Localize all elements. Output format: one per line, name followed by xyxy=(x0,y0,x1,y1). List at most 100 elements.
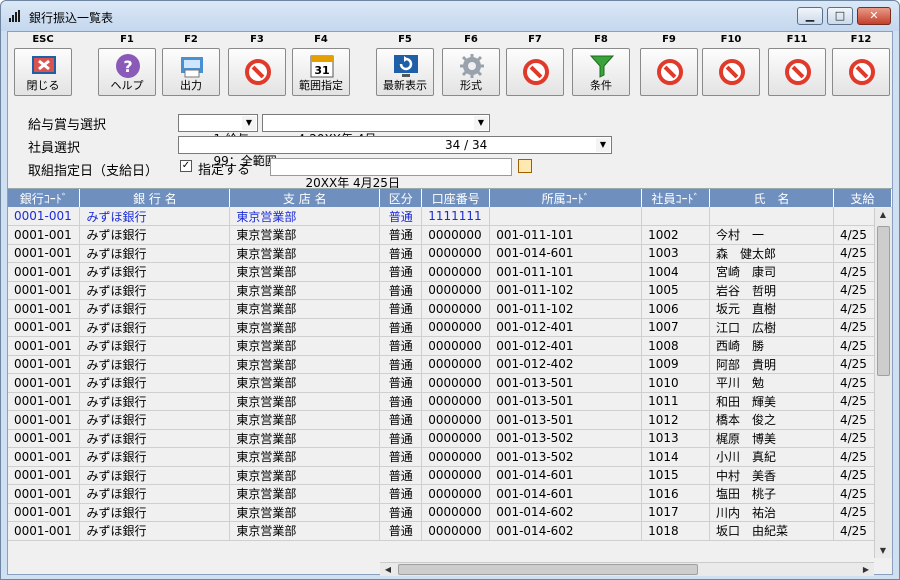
table-cell: 001-014-602 xyxy=(489,521,643,541)
table-cell: みずほ銀行 xyxy=(79,410,231,430)
print-output-icon xyxy=(179,53,205,79)
table-row[interactable]: 0001-001 みずほ銀行 東京営業部 普通 0000000 001-013-501 10… xyxy=(8,410,892,430)
fkey-label: F8 xyxy=(594,34,608,45)
fkey-f12-button[interactable] xyxy=(832,48,890,96)
table-cell: 梶原 博美 xyxy=(709,429,834,448)
minimize-button[interactable]: ▁ xyxy=(797,7,823,25)
table-cell: 001-012-402 xyxy=(489,355,643,374)
table-row[interactable]: 0001-001 みずほ銀行 東京営業部 普通 1111111 xyxy=(8,207,892,226)
column-header[interactable]: 口座番号 xyxy=(421,189,491,207)
table-cell: 1007 xyxy=(641,318,711,337)
table-cell: 1002 xyxy=(641,225,711,245)
table-cell: 坂元 直樹 xyxy=(709,299,834,319)
chevron-down-icon[interactable]: ▼ xyxy=(474,116,488,130)
date-input[interactable]: 20XX年 4月25日 xyxy=(270,158,512,190)
title-bar[interactable]: 銀行振込一覧表 ▁ □ ✕ xyxy=(1,1,899,31)
chevron-down-icon[interactable]: ▼ xyxy=(596,138,610,152)
table-row[interactable]: 0001-001 みずほ銀行 東京営業部 普通 0000000 001-014-601 10… xyxy=(8,466,892,485)
app-window: 銀行振込一覧表 ▁ □ ✕ ESC 閉じる F1? ヘルプ F2 出力 F3 F4 31 範囲指定… xyxy=(0,0,900,580)
chevron-down-icon[interactable]: ▼ xyxy=(242,116,256,130)
horizontal-scroll-thumb[interactable] xyxy=(398,564,698,575)
fkey-f7-button[interactable] xyxy=(506,48,564,96)
table-cell: 1003 xyxy=(641,244,711,263)
column-header[interactable]: 社員ｺｰﾄﾞ xyxy=(641,189,711,207)
date-checkbox[interactable]: ✓ xyxy=(180,160,192,172)
table-row[interactable]: 0001-001 みずほ銀行 東京営業部 普通 0000000 001-013-502 10… xyxy=(8,447,892,467)
table-cell: 東京営業部 xyxy=(229,429,381,448)
fkey-f9-button[interactable] xyxy=(640,48,698,96)
table-row[interactable]: 0001-001 みずほ銀行 東京営業部 普通 0000000 001-011-101 10… xyxy=(8,225,892,245)
table-cell: 普通 xyxy=(379,244,423,263)
fkey-f1-button[interactable]: ? ヘルプ xyxy=(98,48,156,96)
column-header[interactable]: 区分 xyxy=(379,189,423,207)
table-row[interactable]: 0001-001 みずほ銀行 東京営業部 普通 0000000 001-012-401 10… xyxy=(8,336,892,356)
fkey-f10-button[interactable] xyxy=(702,48,760,96)
fkey-f5-button[interactable]: 最新表示 xyxy=(376,48,434,96)
table-row[interactable]: 0001-001 みずほ銀行 東京営業部 普通 0000000 001-012-401 10… xyxy=(8,318,892,337)
fkey-f2-button[interactable]: 出力 xyxy=(162,48,220,96)
table-cell: 1018 xyxy=(641,521,711,541)
column-header[interactable]: 支 店 名 xyxy=(229,189,381,207)
horizontal-scrollbar[interactable]: ◀ ▶ xyxy=(380,562,874,576)
table-row[interactable]: 0001-001 みずほ銀行 東京営業部 普通 0000000 001-012-402 10… xyxy=(8,355,892,374)
table-cell: 0001-001 xyxy=(8,521,81,541)
scroll-right-icon[interactable]: ▶ xyxy=(858,563,874,577)
table-cell: 橋本 俊之 xyxy=(709,410,834,430)
table-cell: 0000000 xyxy=(421,281,491,300)
fkey-f3-button[interactable] xyxy=(228,48,286,96)
pay-type-select[interactable]: 1:給与 ▼ xyxy=(178,114,258,146)
fkey-f11-button[interactable] xyxy=(768,48,826,96)
no-entry-icon xyxy=(657,59,683,85)
table-cell: 東京営業部 xyxy=(229,373,381,393)
fkey-label: F6 xyxy=(464,34,478,45)
table-cell: 東京営業部 xyxy=(229,521,381,541)
table-row[interactable]: 0001-001 みずほ銀行 東京営業部 普通 0000000 001-014-601 10… xyxy=(8,244,892,263)
table-row[interactable]: 0001-001 みずほ銀行 東京営業部 普通 0000000 001-014-602 10… xyxy=(8,503,892,522)
fkey-f4-button[interactable]: 31 範囲指定 xyxy=(292,48,350,96)
table-cell: 東京営業部 xyxy=(229,410,381,430)
scroll-down-icon[interactable]: ▼ xyxy=(875,544,891,558)
fkey-name: 最新表示 xyxy=(383,79,427,92)
table-row[interactable]: 0001-001 みずほ銀行 東京営業部 普通 0000000 001-011-102 10… xyxy=(8,281,892,300)
vertical-scrollbar[interactable]: ▲ ▼ xyxy=(874,208,892,558)
table-cell: 1013 xyxy=(641,429,711,448)
fkey-esc: ESC 閉じる xyxy=(12,34,74,96)
table-row[interactable]: 0001-001 みずほ銀行 東京営業部 普通 0000000 001-014-602 10… xyxy=(8,521,892,541)
table-row[interactable]: 0001-001 みずほ銀行 東京営業部 普通 0000000 001-013-501 10… xyxy=(8,392,892,411)
table-row[interactable]: 0001-001 みずほ銀行 東京営業部 普通 0000000 001-011-102 10… xyxy=(8,299,892,319)
close-button[interactable]: ✕ xyxy=(857,7,891,25)
table-cell: 0001-001 xyxy=(8,207,81,226)
table-cell: 普通 xyxy=(379,207,423,226)
table-cell: 0000000 xyxy=(421,484,491,504)
table-cell: 小川 真紀 xyxy=(709,447,834,467)
column-header[interactable]: 支給 xyxy=(833,189,892,207)
scroll-up-icon[interactable]: ▲ xyxy=(875,208,891,222)
table-cell: みずほ銀行 xyxy=(79,447,231,467)
table-row[interactable]: 0001-001 みずほ銀行 東京営業部 普通 0000000 001-013-501 10… xyxy=(8,373,892,393)
column-header[interactable]: 氏 名 xyxy=(709,189,834,207)
table-row[interactable]: 0001-001 みずほ銀行 東京営業部 普通 0000000 001-014-601 10… xyxy=(8,484,892,504)
fkey-f6-button[interactable]: 形式 xyxy=(442,48,500,96)
table-cell: 東京営業部 xyxy=(229,244,381,263)
table-cell: 0000000 xyxy=(421,225,491,245)
table-cell: 普通 xyxy=(379,225,423,245)
maximize-button[interactable]: □ xyxy=(827,7,853,25)
column-header[interactable]: 銀行ｺｰﾄﾞ xyxy=(8,189,81,207)
table-row[interactable]: 0001-001 みずほ銀行 東京営業部 普通 0000000 001-011-101 10… xyxy=(8,262,892,282)
scroll-left-icon[interactable]: ◀ xyxy=(380,563,396,577)
help-icon: ? xyxy=(115,53,141,79)
calendar-icon[interactable] xyxy=(518,159,532,173)
table-cell: 0000000 xyxy=(421,262,491,282)
fkey-label: F1 xyxy=(120,34,134,45)
table-cell: 1010 xyxy=(641,373,711,393)
employee-select[interactable]: 99：全範囲 34 / 34 ▼ xyxy=(178,136,612,168)
column-header[interactable]: 所属ｺｰﾄﾞ xyxy=(489,189,643,207)
fkey-f8-button[interactable]: 条件 xyxy=(572,48,630,96)
fkey-esc-button[interactable]: 閉じる xyxy=(14,48,72,96)
table-cell: 001-012-401 xyxy=(489,318,643,337)
table-row[interactable]: 0001-001 みずほ銀行 東京営業部 普通 0000000 001-013-502 10… xyxy=(8,429,892,448)
period-select[interactable]: 4:20XX年 4月 ▼ xyxy=(262,114,490,146)
vertical-scroll-thumb[interactable] xyxy=(877,226,890,376)
column-header[interactable]: 銀 行 名 xyxy=(79,189,231,207)
table-header-row: 銀行ｺｰﾄﾞ銀 行 名支 店 名区分 口座番号 所属ｺｰﾄﾞ 社員ｺｰﾄﾞ氏 名支給 xyxy=(8,189,892,207)
